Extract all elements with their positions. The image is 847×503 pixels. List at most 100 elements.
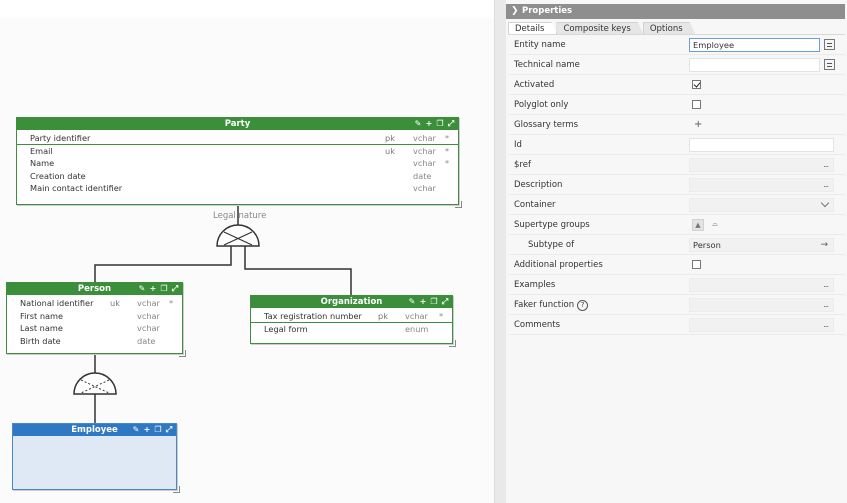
prop-label: Additional properties [514,260,603,270]
prop-row-subtype-of: Subtype of Person → [508,235,845,255]
panel-splitter[interactable] [494,0,506,503]
prop-row-glossary-terms: Glossary terms + [508,115,845,135]
supertype-up-icon[interactable]: ▲ [692,219,704,231]
open-window-icon[interactable]: ❐ [436,120,444,128]
resize-handle[interactable] [173,486,180,493]
prop-row-container: Container [508,195,845,215]
prop-row-polyglot-only: Polyglot only [508,95,845,115]
pin-icon[interactable]: ✎ [414,120,422,128]
field-row[interactable]: Tax registration number pk vchar * [251,310,452,323]
diagram-canvas[interactable]: Legal nature Party ✎ + ❐ ⤢ Party identif… [0,0,495,503]
comments-field[interactable]: ... [689,318,834,332]
entity-fields: Tax registration number pk vchar * Legal fo… [251,308,452,338]
examples-field[interactable]: ... [689,278,834,292]
polyglot-only-checkbox[interactable] [692,100,701,109]
activated-checkbox[interactable] [692,80,701,89]
expand-icon[interactable]: ⤢ [171,285,179,293]
prop-label: Description [514,180,563,190]
prop-label: Entity name [514,40,566,50]
add-icon[interactable]: + [143,426,151,434]
prop-row-supertype-groups: Supertype groups ▲ ⌓ [508,215,845,235]
field-row[interactable]: Legal form enum [251,323,452,336]
entity-title: Organization [320,297,383,307]
prop-row-faker-function: Faker function? ... [508,295,845,315]
open-window-icon[interactable]: ❐ [154,426,162,434]
legal-nature-label: Legal nature [213,211,267,221]
subtype-of-field[interactable]: Person → [689,238,834,252]
prop-label: $ref [514,160,531,170]
open-window-icon[interactable]: ❐ [430,298,438,306]
entity-header[interactable]: Party ✎ + ❐ ⤢ [17,118,458,130]
menu-icon[interactable] [824,39,835,50]
faker-function-field[interactable]: ... [689,298,834,312]
more-icon[interactable]: ... [823,179,829,190]
add-icon[interactable]: + [425,120,433,128]
entity-title: Employee [71,425,118,435]
more-icon[interactable]: ... [823,319,829,330]
expand-icon[interactable]: ⤢ [165,426,173,434]
prop-label: Comments [514,320,561,330]
field-row[interactable]: Party identifier pk vchar * [17,132,458,145]
field-row[interactable]: First name vchar [7,310,182,323]
description-field[interactable]: ... [689,178,834,192]
prop-row-examples: Examples ... [508,275,845,295]
container-select[interactable] [689,198,834,212]
properties-panel: ❯ Properties Details Composite keys Opti… [506,0,847,503]
expand-icon[interactable]: ⤢ [447,120,455,128]
additional-properties-checkbox[interactable] [692,260,701,269]
resize-handle[interactable] [179,350,186,357]
field-row[interactable]: Main contact identifier vchar [17,182,458,195]
arrow-right-icon[interactable]: → [820,239,828,251]
prop-label: Id [514,140,522,150]
field-row[interactable]: Last name vchar [7,322,182,335]
entity-employee[interactable]: Employee ✎ + ❐ ⤢ [12,423,180,493]
more-icon[interactable]: ... [823,299,829,310]
resize-handle[interactable] [455,201,462,208]
prop-label: Activated [514,80,555,90]
open-window-icon[interactable]: ❐ [160,285,168,293]
entity-fields: National identifier uk vchar * First name vc… [7,295,182,350]
menu-icon[interactable] [824,59,835,70]
entity-header[interactable]: Person ✎ + ❐ ⤢ [7,283,182,295]
ref-field[interactable]: ... [689,158,834,172]
field-row[interactable]: National identifier uk vchar * [7,297,182,310]
field-row[interactable]: Email uk vchar * [17,145,458,158]
field-row[interactable]: Birth date date [7,335,182,348]
add-icon[interactable]: + [149,285,157,293]
prop-label: Technical name [514,60,580,70]
id-input[interactable] [689,138,834,152]
prop-row-technical-name: Technical name [508,55,845,75]
entity-party[interactable]: Party ✎ + ❐ ⤢ Party identifier pk vchar * E… [16,117,462,208]
pin-icon[interactable]: ✎ [138,285,146,293]
prop-row-ref: $ref ... [508,155,845,175]
field-row[interactable]: Name vchar * [17,157,458,170]
more-icon[interactable]: ... [823,279,829,290]
entity-header[interactable]: Employee ✎ + ❐ ⤢ [13,424,176,436]
pin-icon[interactable]: ✎ [408,298,416,306]
technical-name-input[interactable] [689,58,820,72]
field-row[interactable]: Creation date date [17,170,458,183]
prop-row-comments: Comments ... [508,315,845,335]
chevron-down-icon[interactable] [820,198,830,208]
prop-row-description: Description ... [508,175,845,195]
subtype-symbol-icon[interactable]: ⌓ [709,219,721,231]
chevron-right-icon[interactable]: ❯ [511,4,519,19]
more-icon[interactable]: ... [823,159,829,170]
entity-person[interactable]: Person ✎ + ❐ ⤢ National identifier uk vcha… [6,282,186,357]
add-glossary-term-icon[interactable]: + [694,115,702,135]
prop-row-entity-name: Entity name Employee [508,35,845,55]
prop-label: Container [514,200,556,210]
subtype-group-symbol-person [73,372,117,395]
expand-icon[interactable]: ⤢ [441,298,449,306]
entity-fields: Party identifier pk vchar * Email uk vchar * N… [17,130,458,198]
add-icon[interactable]: + [419,298,427,306]
prop-label: Supertype groups [514,220,590,230]
resize-handle[interactable] [449,340,456,347]
properties-header[interactable]: ❯ Properties [506,4,845,19]
pin-icon[interactable]: ✎ [132,426,140,434]
entity-name-input[interactable]: Employee [689,38,820,52]
entity-organization[interactable]: Organization ✎ + ❐ ⤢ Tax registration nu… [250,295,456,347]
entity-header[interactable]: Organization ✎ + ❐ ⤢ [251,296,452,308]
prop-row-activated: Activated [508,75,845,95]
help-icon[interactable]: ? [577,300,589,311]
